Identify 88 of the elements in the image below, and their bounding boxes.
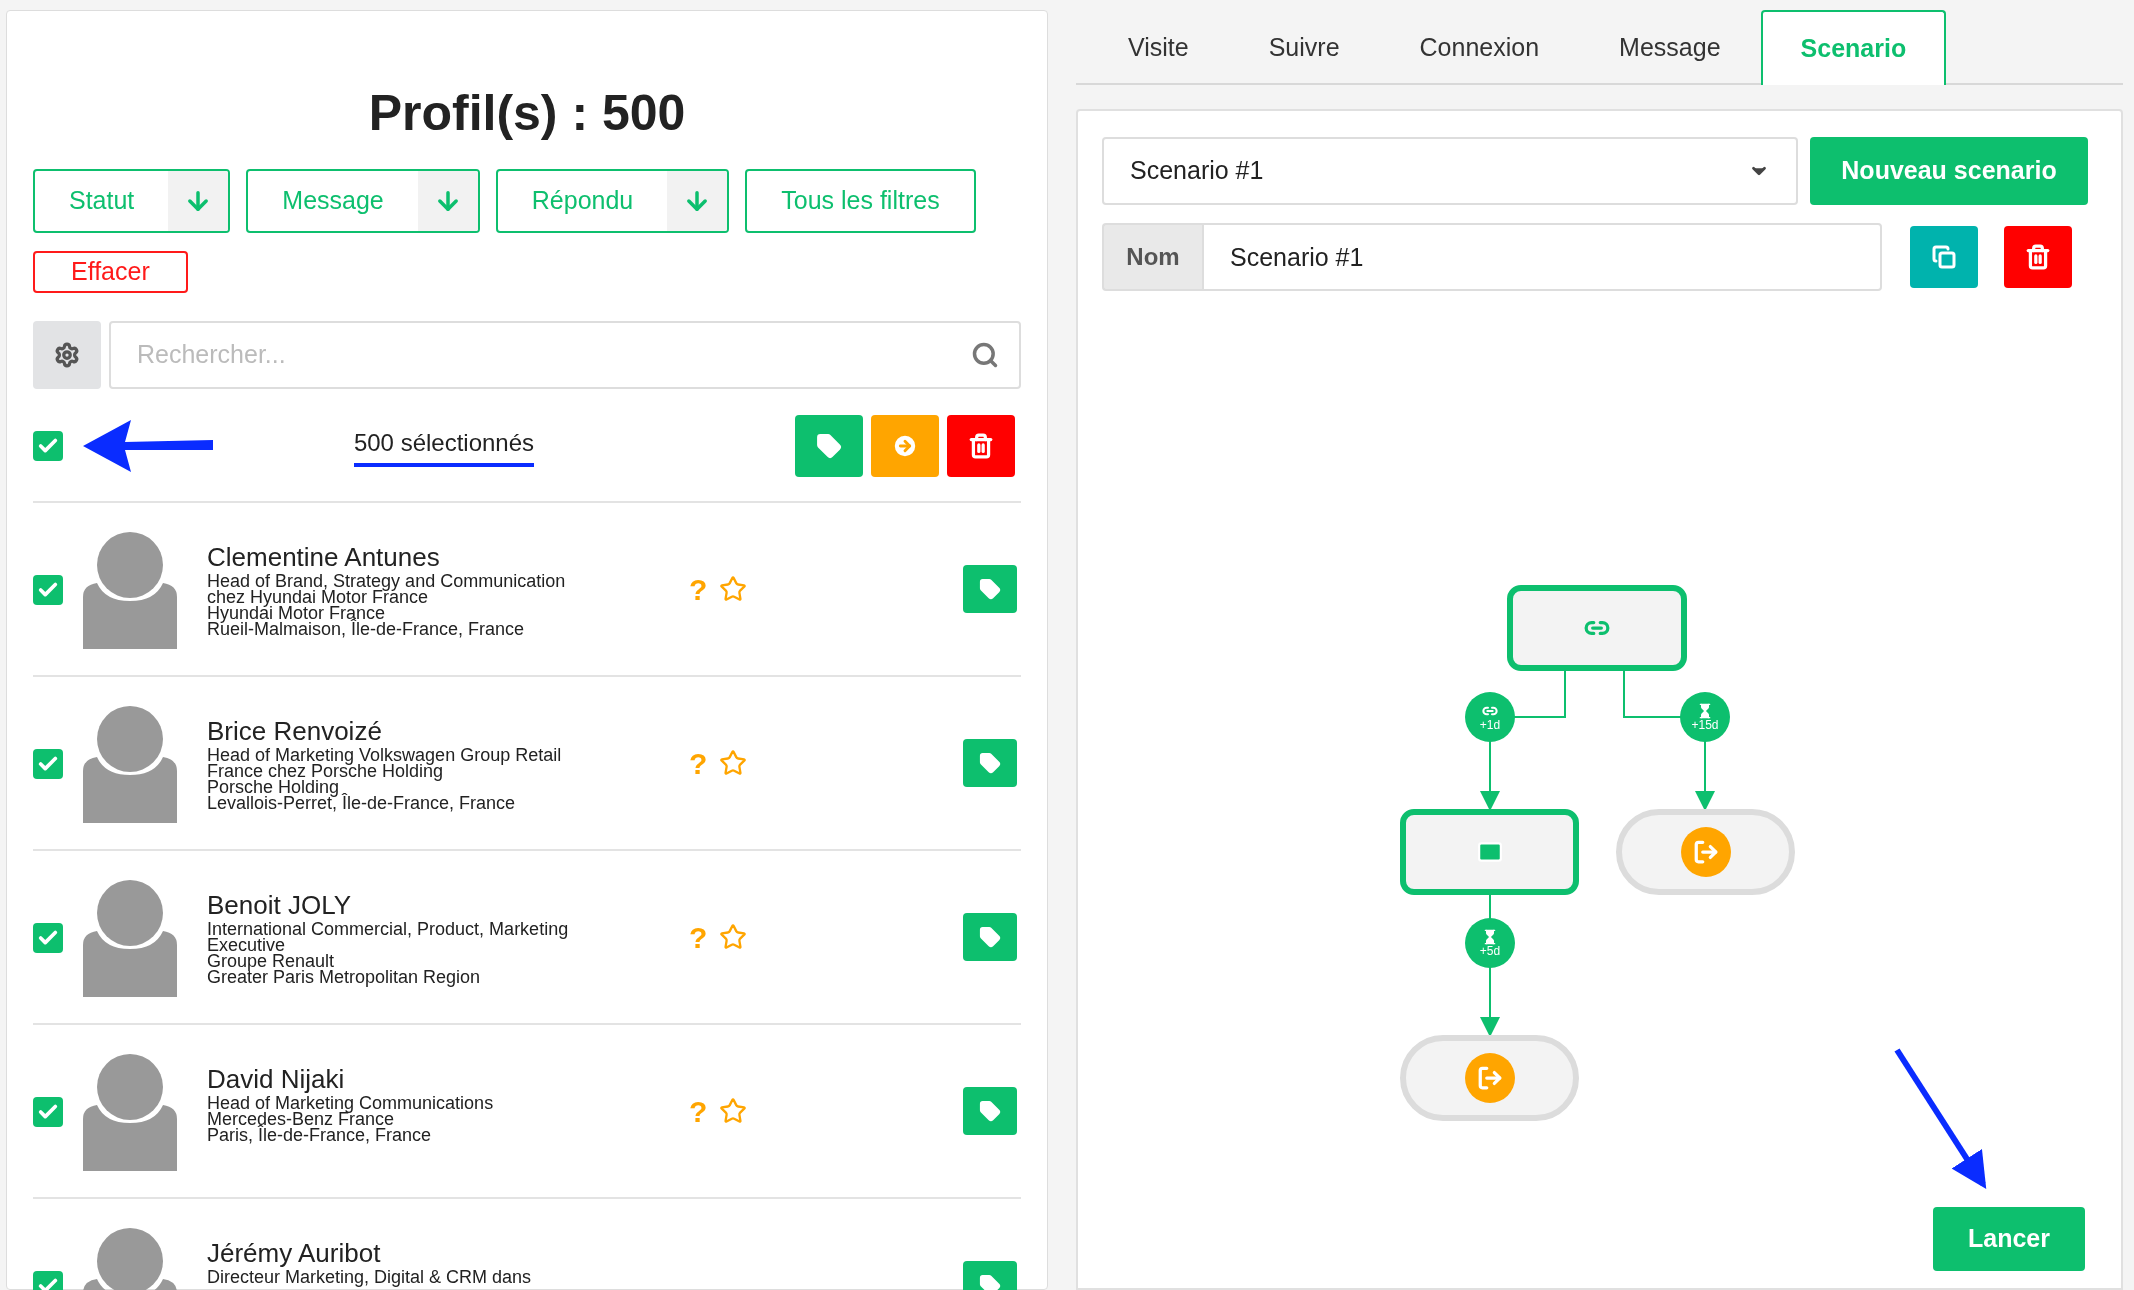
all-filters-button[interactable]: Tous les filtres: [745, 169, 976, 233]
checkbox[interactable]: [33, 574, 63, 605]
delay-label: +15d: [1691, 718, 1719, 732]
profile-detail: Directeur Marketing, Digital & CRM dans: [207, 1268, 533, 1285]
delay-badge[interactable]: +1d: [1465, 692, 1515, 742]
tag-button[interactable]: [963, 912, 1017, 961]
profile-name: Clementine Antunes: [207, 540, 441, 573]
delay-label: +5d: [1479, 944, 1501, 958]
tag-button[interactable]: [963, 564, 1017, 613]
name-field[interactable]: Scenario #1: [1202, 223, 1882, 291]
profile-detail: Head of Marketing Communications: [207, 1094, 495, 1111]
star-icon[interactable]: [719, 923, 748, 951]
status-mark: ?: [689, 1093, 708, 1130]
status-mark: ?: [689, 745, 708, 782]
star-icon[interactable]: [719, 1097, 748, 1125]
profile-detail: Paris, Île-de-France, France: [207, 1126, 433, 1143]
tag-button[interactable]: [963, 1086, 1017, 1135]
selected-count: 500 sélectionnés: [353, 424, 535, 467]
trash-icon: [2025, 244, 2051, 270]
tab[interactable]: Suivre: [1228, 10, 1380, 85]
connector-arrow: [1480, 740, 1500, 811]
copy-button[interactable]: [1910, 226, 1978, 288]
delay-badge[interactable]: +15d: [1680, 692, 1730, 742]
connector-line: [1489, 894, 1491, 920]
delete-button[interactable]: [947, 414, 1015, 477]
action-node[interactable]: [1507, 585, 1687, 671]
filter-dropdown[interactable]: Répondu: [495, 169, 730, 233]
star-icon[interactable]: [719, 575, 748, 603]
checkbox[interactable]: [33, 1096, 63, 1127]
new-scenario-button[interactable]: Nouveau scenario: [1810, 137, 2088, 205]
hourglass-icon: [1697, 702, 1713, 719]
filter-label: Répondu: [530, 185, 635, 217]
profile-name: Jérémy Auribot: [207, 1236, 382, 1269]
checkbox[interactable]: [33, 748, 63, 779]
exit-icon: [1464, 1053, 1515, 1103]
tab[interactable]: Connexion: [1379, 10, 1580, 85]
clear-button[interactable]: Effacer: [33, 251, 188, 293]
tag-icon: [979, 1273, 1001, 1290]
profile-name: Benoit JOLY: [207, 888, 353, 921]
tag-icon: [816, 432, 842, 459]
profile-name: David Nijaki: [207, 1062, 346, 1095]
profile-detail: Groupe Renault: [207, 952, 335, 969]
exit-icon: [1680, 827, 1731, 877]
settings-icon: [54, 341, 80, 368]
tab[interactable]: Scenario: [1760, 10, 1947, 85]
copy-icon: [1932, 245, 1956, 269]
tag-icon: [979, 1099, 1001, 1122]
search-field[interactable]: Rechercher...: [109, 320, 1021, 389]
profile-detail: International Commercial, Product, Marketing: [207, 920, 570, 937]
connector-line: [1513, 670, 1566, 718]
delete-button[interactable]: [2004, 226, 2072, 288]
launch-button[interactable]: Lancer: [1933, 1207, 2085, 1271]
profile-detail: Porsche Holding: [207, 778, 340, 795]
action-node[interactable]: [1400, 809, 1579, 895]
profile-detail: Executive: [207, 936, 286, 953]
tag-icon: [979, 751, 1001, 774]
checkbox[interactable]: [33, 430, 63, 461]
tag-icon: [979, 577, 1001, 600]
profile-detail: Head of Marketing Volkswagen Group Retail: [207, 746, 563, 763]
status-mark: ?: [689, 919, 708, 956]
profile-name: Brice Renvoizé: [207, 714, 383, 747]
filter-label: Message: [281, 185, 385, 217]
profile-detail: Head of Brand, Strategy and Communication: [207, 572, 567, 589]
profiles-title: Profil(s) : 500: [367, 84, 687, 143]
tab[interactable]: Message: [1579, 10, 1761, 85]
filter-dropdown[interactable]: Message: [246, 169, 480, 233]
status-mark: ?: [689, 571, 708, 608]
tag-icon: [979, 925, 1001, 948]
filter-label: Statut: [68, 185, 136, 217]
tag-button[interactable]: [795, 414, 863, 477]
search-icon: [971, 340, 999, 369]
connector-line: [1623, 670, 1682, 718]
checkbox[interactable]: [33, 922, 63, 953]
tab[interactable]: Visite: [1088, 10, 1229, 85]
settings-button[interactable]: [33, 320, 101, 389]
dropdown-value: Scenario #1: [1130, 155, 1265, 187]
connector-arrow: [1480, 966, 1500, 1037]
delay-label: +1d: [1479, 718, 1501, 732]
trash-icon: [968, 432, 994, 459]
name-label: Nom: [1102, 223, 1202, 291]
scenario-dropdown[interactable]: Scenario #1: [1102, 137, 1798, 205]
move-button[interactable]: [871, 414, 939, 477]
star-icon[interactable]: [719, 749, 748, 777]
connector-arrow: [1695, 740, 1715, 811]
tag-button[interactable]: [963, 738, 1017, 787]
hourglass-icon: [1482, 928, 1498, 945]
delay-badge[interactable]: +5d: [1465, 918, 1515, 968]
filter-dropdown[interactable]: Statut: [33, 169, 231, 233]
